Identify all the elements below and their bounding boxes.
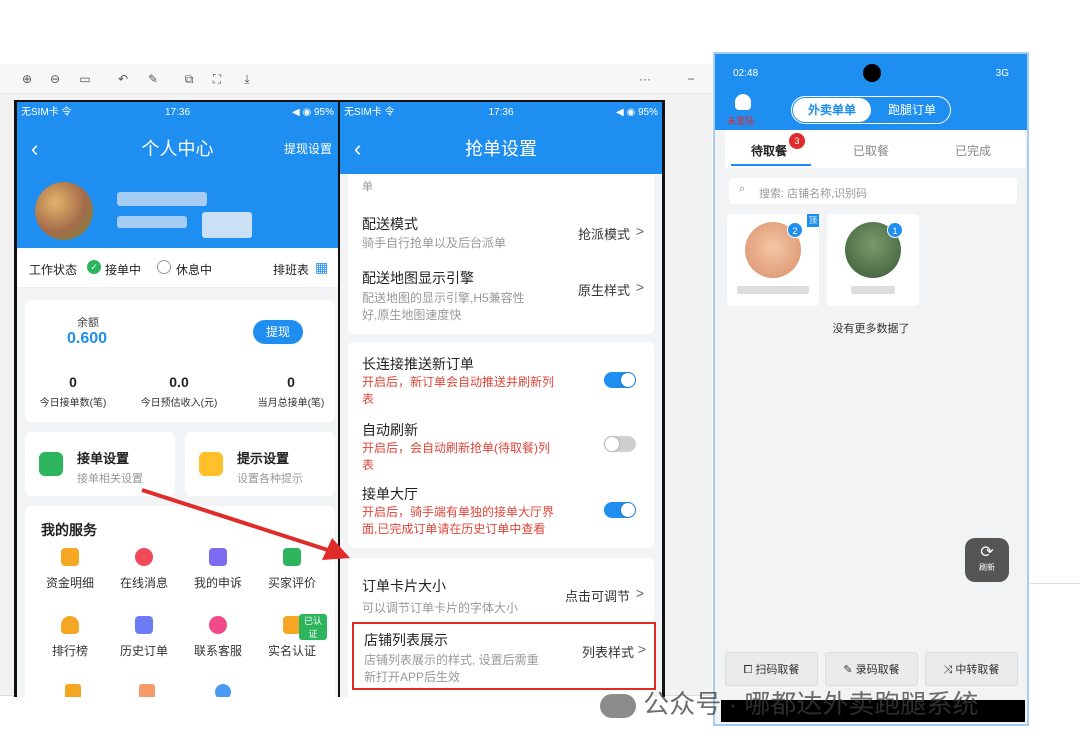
clock: 02:48 <box>733 68 759 79</box>
zoom-out-icon[interactable]: ⊖ <box>46 70 64 88</box>
shop-card[interactable]: 1 <box>827 214 919 306</box>
refresh-label: 刷新 <box>979 563 995 572</box>
camera-notch <box>863 64 881 82</box>
shop-order-badge: 1 <box>887 222 903 238</box>
copy-icon[interactable]: ⧉ <box>180 70 198 88</box>
button-label: 中转取餐 <box>955 664 1000 676</box>
refresh-icon: ⟳ <box>980 544 994 561</box>
wechat-icon <box>600 694 636 719</box>
login-status: 未登陆 <box>727 116 755 126</box>
rider-orders-phone: 02:48 3G 未登陆 外卖单单 跑腿订单 待取餐 3 已取餐 已完成 ⌕ 搜… <box>713 52 1029 726</box>
order-type-switch: 外卖单单 跑腿订单 <box>791 96 951 124</box>
annotation-arrow <box>141 488 350 560</box>
user-icon[interactable] <box>735 94 751 110</box>
count-badge: 3 <box>789 133 805 149</box>
shop-order-badge: 2 <box>787 222 803 238</box>
signal-text: 3G <box>995 68 1009 79</box>
viewer-toolbar: ⊕ ⊖ ▭ ↶ ✎ ⧉ ⛶ ⤓ ··· − <box>0 64 712 94</box>
watermark: 公众号 · 哪都达外卖跑腿系统 <box>600 684 978 721</box>
rotate-icon[interactable]: ↶ <box>114 70 132 88</box>
refresh-button[interactable]: ⟳ 刷新 <box>965 538 1009 582</box>
fit-icon[interactable]: ▭ <box>76 70 94 88</box>
button-label: 录码取餐 <box>855 664 900 676</box>
tab-completed[interactable]: 已完成 <box>923 142 1023 159</box>
button-label: 扫码取餐 <box>755 664 800 676</box>
blurred-shop-name <box>737 286 809 294</box>
composite-screenshot: 无SIM卡 令 17:36 ◀ ◉ 95% ‹ 个人中心 提现设置 工作状态 ✓… <box>14 100 665 697</box>
code-pickup-button[interactable]: ✎ 录码取餐 <box>825 652 918 686</box>
scan-pickup-button[interactable]: ⧠ 扫码取餐 <box>725 652 818 686</box>
crop-icon[interactable]: ⛶ <box>208 70 226 88</box>
blurred-shop-name <box>851 286 895 294</box>
pinned-tag: 顶 <box>807 214 819 227</box>
no-more-data-text: 没有更多数据了 <box>832 323 910 335</box>
shop-card[interactable]: 2 顶 <box>727 214 819 306</box>
status-tabs: 待取餐 3 已取餐 已完成 <box>725 130 1025 168</box>
watermark-text: 公众号 · 哪都达外卖跑腿系统 <box>643 689 979 719</box>
minimize-button[interactable]: − <box>682 70 700 88</box>
orders-header: 02:48 3G 未登陆 外卖单单 跑腿订单 <box>715 54 1027 130</box>
errand-tab[interactable]: 跑腿订单 <box>874 98 950 122</box>
search-icon: ⌕ <box>739 183 746 195</box>
search-placeholder: 搜索: 店铺名称,识别码 <box>759 188 868 200</box>
takeout-tab[interactable]: 外卖单单 <box>793 98 871 122</box>
tab-indicator <box>731 164 811 166</box>
divider <box>1030 583 1080 584</box>
tab-picked-up[interactable]: 已取餐 <box>821 142 921 159</box>
transfer-pickup-button[interactable]: ⤨ 中转取餐 <box>925 652 1018 686</box>
search-box[interactable]: ⌕ 搜索: 店铺名称,识别码 <box>729 178 1017 204</box>
more-button[interactable]: ··· <box>636 70 654 88</box>
zoom-in-icon[interactable]: ⊕ <box>18 70 36 88</box>
download-icon[interactable]: ⤓ <box>238 70 256 88</box>
edit-icon[interactable]: ✎ <box>144 70 162 88</box>
